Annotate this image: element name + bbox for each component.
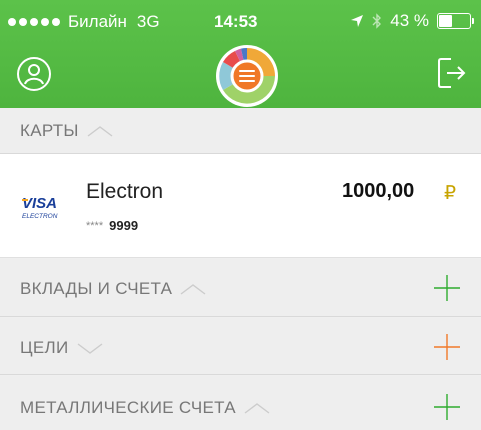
add-metal-account-button[interactable] <box>433 393 461 421</box>
add-goal-button[interactable] <box>433 333 461 361</box>
carrier-info: Билайн 3G <box>8 12 160 32</box>
chevron-up-icon <box>180 284 206 295</box>
section-deposits-label: ВКЛАДЫ И СЧЕТА <box>20 279 173 298</box>
svg-text:ELECTRON: ELECTRON <box>22 213 58 220</box>
status-right: 43 % <box>350 11 474 31</box>
battery-icon <box>437 13 474 29</box>
chevron-up-icon <box>244 403 270 414</box>
card-balance: 1000,00 <box>342 180 415 202</box>
section-metals-label: МЕТАЛЛИЧЕСКИЕ СЧЕТА <box>20 398 236 417</box>
section-cards-label: КАРТЫ <box>20 121 79 140</box>
signal-icon <box>8 18 60 26</box>
section-metals-header[interactable]: МЕТАЛЛИЧЕСКИЕ СЧЕТА <box>0 376 481 430</box>
add-deposit-button[interactable] <box>433 274 461 302</box>
section-cards-header[interactable]: КАРТЫ <box>0 108 481 154</box>
card-number: **** 9999 <box>86 218 138 233</box>
svg-text:VISA: VISA <box>22 195 57 212</box>
status-bar: Билайн 3G 14:53 43 % <box>0 0 481 40</box>
clock: 14:53 <box>214 12 258 31</box>
card-last-digits: 9999 <box>109 218 139 233</box>
section-goals-header[interactable]: ЦЕЛИ <box>0 318 481 375</box>
network-type: 3G <box>136 12 160 31</box>
chevron-up-icon <box>87 126 113 137</box>
card-item[interactable]: VISA ELECTRON Electron **** 9999 1000,00… <box>0 154 481 258</box>
logout-button[interactable] <box>437 56 467 90</box>
card-name: Electron <box>86 180 164 203</box>
card-mask: **** <box>86 219 104 232</box>
card-currency: ₽ <box>444 183 457 204</box>
profile-button[interactable] <box>16 56 52 92</box>
menu-button[interactable] <box>215 44 279 108</box>
battery-percent: 43 % <box>390 11 429 30</box>
carrier-name: Билайн <box>68 12 127 31</box>
location-icon <box>351 15 364 27</box>
bluetooth-icon <box>372 13 382 29</box>
visa-electron-logo: VISA ELECTRON <box>22 195 58 220</box>
section-goals-label: ЦЕЛИ <box>20 338 69 357</box>
section-deposits-header[interactable]: ВКЛАДЫ И СЧЕТА <box>0 259 481 317</box>
app-header: Билайн 3G 14:53 43 % <box>0 0 481 108</box>
chevron-down-icon <box>77 343 102 354</box>
